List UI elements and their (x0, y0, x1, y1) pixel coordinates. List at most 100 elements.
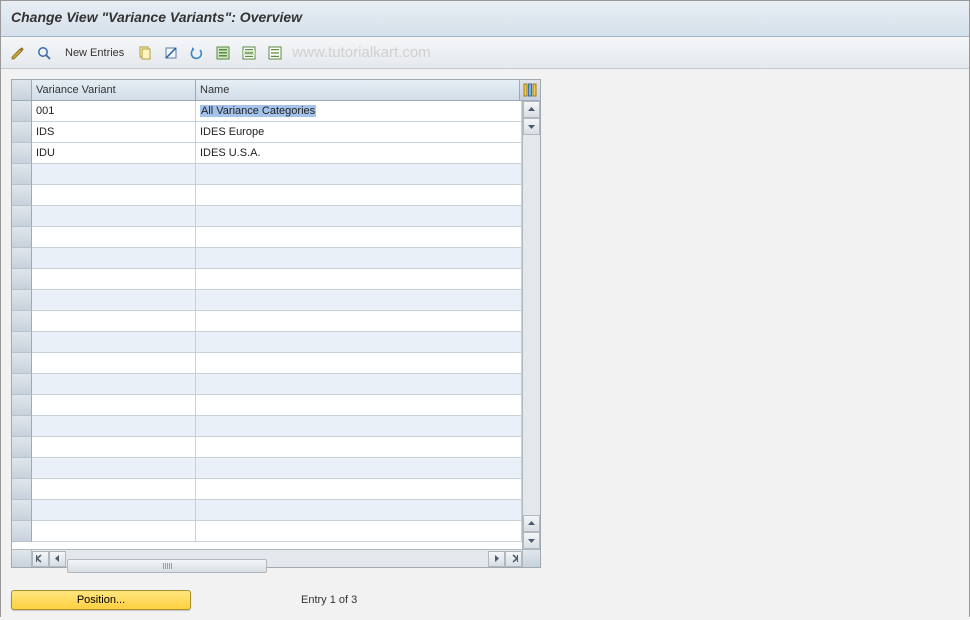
table-row (12, 164, 522, 185)
select-block-icon[interactable] (238, 42, 260, 64)
footer: Position... Entry 1 of 3 (11, 590, 959, 610)
row-selector[interactable] (12, 395, 32, 416)
horizontal-scrollbar[interactable] (12, 549, 540, 567)
cell-name[interactable] (196, 479, 522, 500)
row-selector[interactable] (12, 521, 32, 542)
toggle-display-change-icon[interactable] (7, 42, 29, 64)
cell-variance-variant[interactable] (32, 521, 196, 542)
details-icon[interactable] (33, 42, 55, 64)
row-selector[interactable] (12, 227, 32, 248)
scroll-up2-icon[interactable] (523, 515, 540, 532)
cell-name[interactable] (196, 248, 522, 269)
table-row (12, 332, 522, 353)
cell-variance-variant[interactable] (32, 206, 196, 227)
cell-name[interactable] (196, 458, 522, 479)
cell-variance-variant[interactable] (32, 374, 196, 395)
row-selector[interactable] (12, 437, 32, 458)
row-selector[interactable] (12, 164, 32, 185)
cell-variance-variant[interactable] (32, 353, 196, 374)
cell-name[interactable] (196, 374, 522, 395)
vscroll-track[interactable] (523, 135, 540, 515)
row-selector[interactable] (12, 479, 32, 500)
row-selector-header[interactable] (12, 80, 32, 100)
cell-variance-variant[interactable] (32, 437, 196, 458)
grid-body: 001All Variance CategoriesIDSIDES Europe… (12, 101, 522, 549)
row-selector[interactable] (12, 101, 32, 122)
cell-variance-variant[interactable] (32, 395, 196, 416)
cell-name[interactable]: All Variance Categories (196, 101, 522, 122)
cell-variance-variant[interactable]: 001 (32, 101, 196, 122)
deselect-all-icon[interactable] (264, 42, 286, 64)
cell-name[interactable] (196, 353, 522, 374)
table-row (12, 416, 522, 437)
row-selector[interactable] (12, 185, 32, 206)
cell-variance-variant[interactable] (32, 332, 196, 353)
row-selector[interactable] (12, 290, 32, 311)
cell-name[interactable] (196, 332, 522, 353)
scroll-last-icon[interactable] (505, 551, 522, 567)
cell-variance-variant[interactable] (32, 458, 196, 479)
table-row (12, 311, 522, 332)
cell-name[interactable] (196, 164, 522, 185)
row-selector[interactable] (12, 500, 32, 521)
scroll-first-icon[interactable] (32, 551, 49, 567)
cell-name[interactable] (196, 227, 522, 248)
row-selector[interactable] (12, 248, 32, 269)
cell-variance-variant[interactable] (32, 164, 196, 185)
cell-variance-variant[interactable] (32, 185, 196, 206)
cell-name[interactable] (196, 500, 522, 521)
scroll-left-icon[interactable] (49, 551, 66, 567)
cell-name[interactable] (196, 185, 522, 206)
cell-name[interactable] (196, 395, 522, 416)
row-selector[interactable] (12, 206, 32, 227)
table-row (12, 374, 522, 395)
vertical-scrollbar[interactable] (522, 101, 540, 549)
cell-name[interactable] (196, 521, 522, 542)
row-selector[interactable] (12, 311, 32, 332)
row-selector[interactable] (12, 269, 32, 290)
cell-variance-variant[interactable] (32, 500, 196, 521)
row-selector[interactable] (12, 332, 32, 353)
row-selector[interactable] (12, 458, 32, 479)
cell-name[interactable] (196, 206, 522, 227)
row-selector[interactable] (12, 143, 32, 164)
new-entries-button[interactable]: New Entries (59, 47, 130, 59)
select-all-icon[interactable] (212, 42, 234, 64)
copy-as-icon[interactable] (134, 42, 156, 64)
table-row (12, 290, 522, 311)
table-row (12, 269, 522, 290)
cell-name[interactable]: IDES Europe (196, 122, 522, 143)
cell-name[interactable] (196, 290, 522, 311)
row-selector[interactable] (12, 374, 32, 395)
scroll-right-icon[interactable] (488, 551, 505, 567)
cell-variance-variant[interactable] (32, 311, 196, 332)
configure-columns-icon[interactable] (520, 80, 540, 100)
cell-variance-variant[interactable]: IDU (32, 143, 196, 164)
scroll-up-icon[interactable] (523, 101, 540, 118)
cell-variance-variant[interactable] (32, 248, 196, 269)
delete-icon[interactable] (160, 42, 182, 64)
cell-name[interactable] (196, 311, 522, 332)
col-header-name[interactable]: Name (196, 80, 520, 100)
row-selector[interactable] (12, 416, 32, 437)
row-selector[interactable] (12, 122, 32, 143)
table-row (12, 395, 522, 416)
cell-variance-variant[interactable] (32, 269, 196, 290)
undo-change-icon[interactable] (186, 42, 208, 64)
cell-variance-variant[interactable] (32, 416, 196, 437)
col-header-variance-variant[interactable]: Variance Variant (32, 80, 196, 100)
cell-name[interactable]: IDES U.S.A. (196, 143, 522, 164)
cell-variance-variant[interactable] (32, 479, 196, 500)
cell-name[interactable] (196, 416, 522, 437)
table-row (12, 500, 522, 521)
cell-name[interactable] (196, 437, 522, 458)
hscroll-thumb[interactable] (67, 559, 267, 573)
position-button[interactable]: Position... (11, 590, 191, 610)
cell-variance-variant[interactable] (32, 227, 196, 248)
cell-variance-variant[interactable]: IDS (32, 122, 196, 143)
cell-name[interactable] (196, 269, 522, 290)
scroll-down-icon[interactable] (523, 118, 540, 135)
scroll-down2-icon[interactable] (523, 532, 540, 549)
cell-variance-variant[interactable] (32, 290, 196, 311)
row-selector[interactable] (12, 353, 32, 374)
